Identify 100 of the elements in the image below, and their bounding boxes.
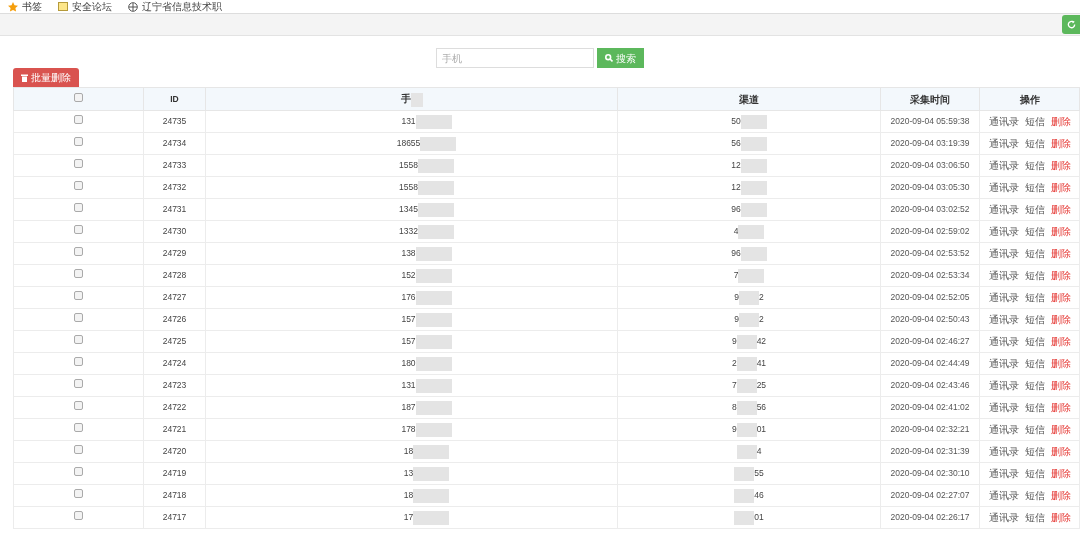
table-cell: 24718 — [143, 484, 206, 507]
action-link[interactable]: 通讯录 — [988, 247, 1019, 260]
column-header: 渠道 — [617, 87, 881, 111]
action-link[interactable]: 通讯录 — [988, 137, 1019, 150]
action-link[interactable]: 通讯录 — [988, 269, 1019, 282]
action-link[interactable]: 短信 — [1024, 203, 1045, 216]
action-link[interactable]: 短信 — [1024, 423, 1045, 436]
action-link[interactable]: 通讯录 — [988, 467, 1019, 480]
action-link[interactable]: 短信 — [1024, 269, 1045, 282]
batch-delete-button[interactable]: 批量删除 — [13, 68, 79, 87]
table-cell: 24722 — [143, 396, 206, 419]
phone-text: 1558 — [399, 181, 418, 192]
table-cell: 24726 — [143, 308, 206, 331]
channel-text: 12 — [731, 159, 741, 170]
table-cell: 2020-09-04 02:50:43 — [880, 308, 980, 331]
action-link[interactable]: 短信 — [1024, 445, 1045, 458]
table-cell: 24727 — [143, 286, 206, 309]
channel-text: 7 — [731, 379, 737, 390]
channel-text: 7 — [733, 269, 739, 280]
action-link[interactable]: 短信 — [1024, 137, 1045, 150]
action-link[interactable]: 短信 — [1024, 357, 1045, 370]
table-cell: 24724 — [143, 352, 206, 375]
action-link[interactable]: 通讯录 — [988, 225, 1019, 238]
action-link[interactable]: 通讯录 — [988, 357, 1019, 370]
action-link[interactable]: 删除 — [1050, 269, 1071, 282]
action-link[interactable]: 删除 — [1050, 291, 1071, 304]
action-link[interactable]: 短信 — [1024, 379, 1045, 392]
channel-text: 55 — [754, 467, 764, 478]
action-link[interactable]: 通讯录 — [988, 489, 1019, 502]
action-link[interactable]: 短信 — [1024, 511, 1045, 524]
action-link[interactable]: 删除 — [1050, 137, 1071, 150]
action-link[interactable]: 通讯录 — [988, 115, 1019, 128]
channel-text: 41 — [756, 357, 767, 368]
action-link[interactable]: 短信 — [1024, 313, 1045, 326]
action-link[interactable]: 短信 — [1024, 181, 1045, 194]
table-cell: 2020-09-04 02:46:27 — [880, 330, 980, 353]
phone-text: 131 — [401, 115, 416, 126]
phone-search-field[interactable]: 手机 — [436, 48, 594, 68]
bookmark-label[interactable]: 辽宁省信息技术职 — [142, 0, 222, 13]
action-link[interactable]: 删除 — [1050, 489, 1071, 502]
action-link[interactable]: 通讯录 — [988, 401, 1019, 414]
action-link[interactable]: 通讯录 — [988, 335, 1019, 348]
action-link[interactable]: 短信 — [1024, 247, 1045, 260]
table-cell: 24721 — [143, 418, 206, 441]
channel-text: 9 — [734, 291, 739, 302]
phone-text: 138 — [401, 247, 416, 258]
action-link[interactable]: 通讯录 — [988, 379, 1019, 392]
table-cell: 2020-09-04 02:32:21 — [880, 418, 980, 441]
table-cell: 24720 — [143, 440, 206, 463]
action-link[interactable]: 通讯录 — [988, 203, 1019, 216]
table-cell: 24728 — [143, 264, 206, 287]
action-link[interactable]: 通讯录 — [988, 511, 1019, 524]
action-link[interactable]: 删除 — [1050, 181, 1071, 194]
action-link[interactable]: 短信 — [1024, 291, 1045, 304]
action-link[interactable]: 删除 — [1050, 401, 1071, 414]
table-cell: 24725 — [143, 330, 206, 353]
table-cell: 24729 — [143, 242, 206, 265]
action-link[interactable]: 通讯录 — [988, 159, 1019, 172]
action-link[interactable]: 短信 — [1024, 489, 1045, 502]
action-link[interactable]: 删除 — [1050, 423, 1071, 436]
bookmark-label[interactable]: 书签 — [22, 0, 42, 13]
table-cell: 2020-09-04 02:53:34 — [880, 264, 980, 287]
action-link[interactable]: 删除 — [1050, 225, 1071, 238]
phone-text: 1332 — [399, 225, 418, 236]
action-link[interactable]: 短信 — [1024, 467, 1045, 480]
action-link[interactable]: 删除 — [1050, 159, 1071, 172]
action-link[interactable]: 删除 — [1050, 357, 1071, 370]
table-cell: 24735 — [143, 110, 206, 133]
phone-text: 18655 — [396, 137, 421, 148]
channel-text: 50 — [731, 115, 741, 126]
action-link[interactable]: 删除 — [1050, 511, 1071, 524]
action-link[interactable]: 删除 — [1050, 313, 1071, 326]
action-link[interactable]: 短信 — [1024, 115, 1045, 128]
channel-text: 01 — [754, 511, 764, 522]
action-link[interactable]: 通讯录 — [988, 423, 1019, 436]
table-cell: 2020-09-04 02:31:39 — [880, 440, 980, 463]
channel-text: 2 — [731, 357, 737, 368]
bookmark-label[interactable]: 安全论坛 — [72, 0, 112, 13]
phone-text: 18 — [403, 445, 414, 456]
table-cell: 24723 — [143, 374, 206, 397]
table-cell: 24732 — [143, 176, 206, 199]
action-link[interactable]: 删除 — [1050, 203, 1071, 216]
action-link[interactable]: 删除 — [1050, 115, 1071, 128]
action-link[interactable]: 短信 — [1024, 159, 1045, 172]
phone-text: 17 — [403, 511, 414, 522]
action-link[interactable]: 删除 — [1050, 247, 1071, 260]
action-link[interactable]: 删除 — [1050, 379, 1071, 392]
action-link[interactable]: 删除 — [1050, 335, 1071, 348]
phone-text: 13 — [403, 467, 414, 478]
action-link[interactable]: 通讯录 — [988, 313, 1019, 326]
action-link[interactable]: 删除 — [1050, 467, 1071, 480]
action-link[interactable]: 删除 — [1050, 445, 1071, 458]
action-link[interactable]: 通讯录 — [988, 445, 1019, 458]
action-link[interactable]: 短信 — [1024, 401, 1045, 414]
action-link[interactable]: 通讯录 — [988, 291, 1019, 304]
table-cell: 2020-09-04 03:05:30 — [880, 176, 980, 199]
action-link[interactable]: 通讯录 — [988, 181, 1019, 194]
action-link[interactable]: 短信 — [1024, 225, 1045, 238]
table-cell: 2020-09-04 03:02:52 — [880, 198, 980, 221]
action-link[interactable]: 短信 — [1024, 335, 1045, 348]
